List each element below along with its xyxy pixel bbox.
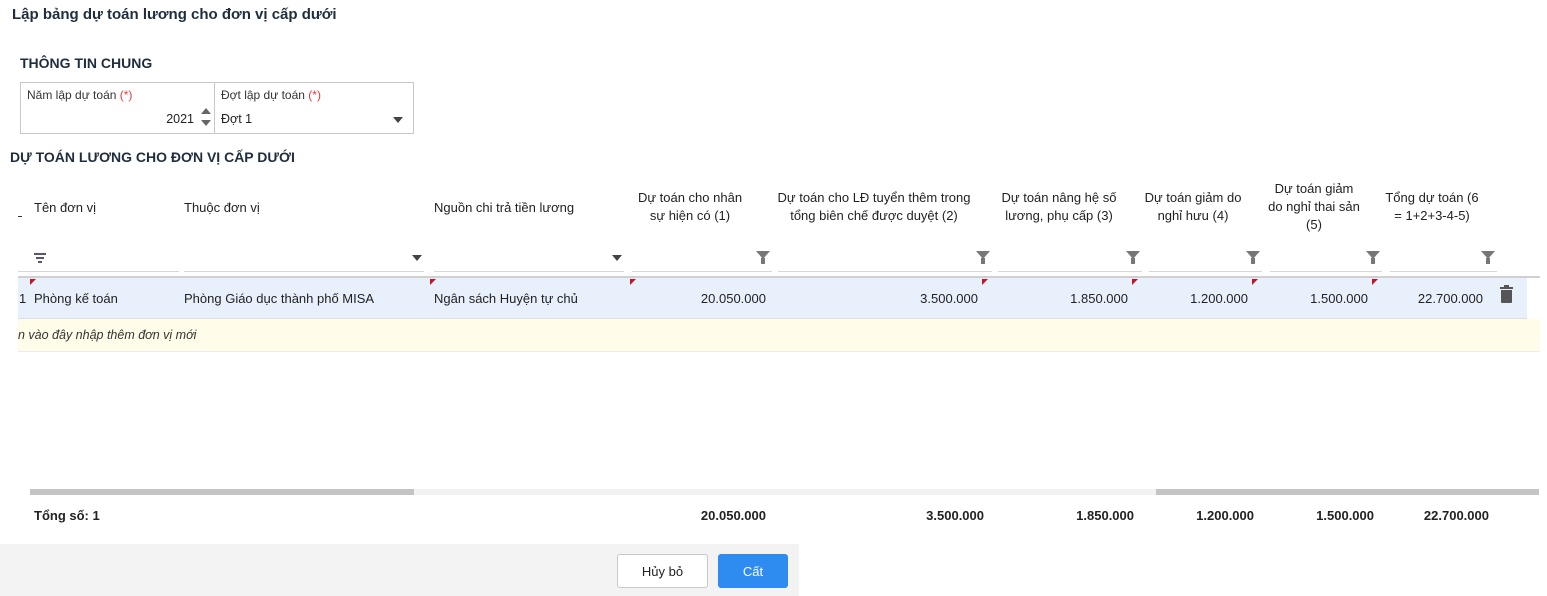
general-section-title: THÔNG TIN CHUNG xyxy=(20,55,153,71)
filter-c3[interactable] xyxy=(998,244,1142,272)
scrollbar-thumb[interactable] xyxy=(1156,489,1539,495)
header-mark xyxy=(18,216,22,217)
year-label: Năm lập dự toán (*) xyxy=(27,88,133,102)
col-header-c4[interactable]: Dự toán giảm do nghỉ hưu (4) xyxy=(1143,176,1243,238)
filter-c1[interactable] xyxy=(632,244,772,272)
footer-total-label: Tổng số: 1 xyxy=(34,508,100,523)
cell-c1[interactable]: 20.050.000 xyxy=(640,278,766,319)
year-value[interactable]: 2021 xyxy=(166,112,194,126)
scrollbar-thumb[interactable] xyxy=(30,489,414,495)
required-mark: (*) xyxy=(308,88,321,102)
required-cell-marker xyxy=(30,279,36,285)
footer-total-c5: 1.500.000 xyxy=(1316,508,1374,523)
required-cell-marker xyxy=(1252,279,1258,285)
year-field[interactable]: Năm lập dự toán (*) 2021 xyxy=(20,82,215,134)
col-header-unit[interactable]: Tên đơn vị xyxy=(34,176,174,238)
add-row-hint[interactable]: n vào đây nhập thêm đơn vị mới xyxy=(18,319,1540,352)
cell-c6: 22.700.000 xyxy=(1417,291,1483,306)
filter-unit[interactable] xyxy=(18,244,179,272)
chevron-down-icon[interactable] xyxy=(612,255,622,261)
filter-icon[interactable] xyxy=(1246,251,1260,265)
required-cell-marker xyxy=(430,279,436,285)
filter-icon[interactable] xyxy=(1366,251,1380,265)
cell-unit[interactable]: Phòng kế toán xyxy=(34,278,118,319)
filter-lines-icon[interactable] xyxy=(34,253,46,263)
chevron-down-icon[interactable] xyxy=(412,255,422,261)
round-value[interactable]: Đợt 1 xyxy=(221,112,252,126)
filter-c2[interactable] xyxy=(778,244,992,272)
cell-c3[interactable]: 1.850.000 xyxy=(1000,278,1128,319)
required-cell-marker xyxy=(1372,279,1378,285)
delete-row-button[interactable] xyxy=(1500,285,1513,303)
round-field[interactable]: Đợt lập dự toán (*) Đợt 1 xyxy=(214,82,414,134)
cell-c4[interactable]: 1.200.000 xyxy=(1150,278,1248,319)
required-mark: (*) xyxy=(119,88,133,102)
footer-total-c3: 1.850.000 xyxy=(1076,508,1134,523)
footer-total-c2: 3.500.000 xyxy=(926,508,984,523)
required-cell-marker xyxy=(630,279,636,285)
round-label: Đợt lập dự toán (*) xyxy=(221,88,321,102)
grid-section-title: DỰ TOÁN LƯƠNG CHO ĐƠN VỊ CẤP DƯỚI xyxy=(10,149,295,165)
col-header-c3[interactable]: Dự toán nâng hệ số lương, phụ cấp (3) xyxy=(994,176,1124,238)
footer-total-c4: 1.200.000 xyxy=(1196,508,1254,523)
chevron-down-icon[interactable] xyxy=(393,117,403,123)
cell-source[interactable]: Ngân sách Huyện tự chủ xyxy=(434,278,578,319)
filter-icon[interactable] xyxy=(1481,251,1495,265)
filter-icon[interactable] xyxy=(976,251,990,265)
filter-c5[interactable] xyxy=(1270,244,1382,272)
col-header-parent[interactable]: Thuộc đơn vị xyxy=(184,176,414,238)
filter-c4[interactable] xyxy=(1149,244,1262,272)
page-title: Lập bảng dự toán lương cho đơn vị cấp dư… xyxy=(12,6,337,23)
filter-parent[interactable] xyxy=(184,244,424,272)
required-cell-marker xyxy=(982,279,988,285)
col-header-c6[interactable]: Tổng dự toán (6 = 1+2+3-4-5) xyxy=(1384,176,1480,238)
cell-c2[interactable]: 3.500.000 xyxy=(800,278,978,319)
footer-total-c1: 20.050.000 xyxy=(700,508,766,523)
filter-icon[interactable] xyxy=(756,251,770,265)
year-spinner[interactable] xyxy=(201,108,211,128)
cell-parent[interactable]: Phòng Giáo dục thành phố MISA xyxy=(184,278,374,319)
col-header-c2[interactable]: Dự toán cho LĐ tuyển thêm trong tổng biê… xyxy=(774,176,974,238)
filter-icon[interactable] xyxy=(1126,251,1140,265)
arrow-up-icon[interactable] xyxy=(201,108,211,114)
col-header-c1[interactable]: Dự toán cho nhân sự hiện có (1) xyxy=(630,176,750,238)
col-header-c5[interactable]: Dự toán giảm do nghỉ thai sản (5) xyxy=(1266,176,1362,238)
filter-source[interactable] xyxy=(434,244,624,272)
arrow-down-icon[interactable] xyxy=(201,120,211,126)
footer-total-c6: 22.700.000 xyxy=(1423,508,1489,523)
required-cell-marker xyxy=(1132,279,1138,285)
row-index: 1 xyxy=(19,291,27,306)
cell-c5[interactable]: 1.500.000 xyxy=(1270,278,1368,319)
cancel-button[interactable]: Hủy bỏ xyxy=(617,554,708,588)
save-button[interactable]: Cất xyxy=(718,554,788,588)
filter-c6[interactable] xyxy=(1390,244,1497,272)
col-header-source[interactable]: Nguồn chi trả tiền lương xyxy=(434,176,624,238)
